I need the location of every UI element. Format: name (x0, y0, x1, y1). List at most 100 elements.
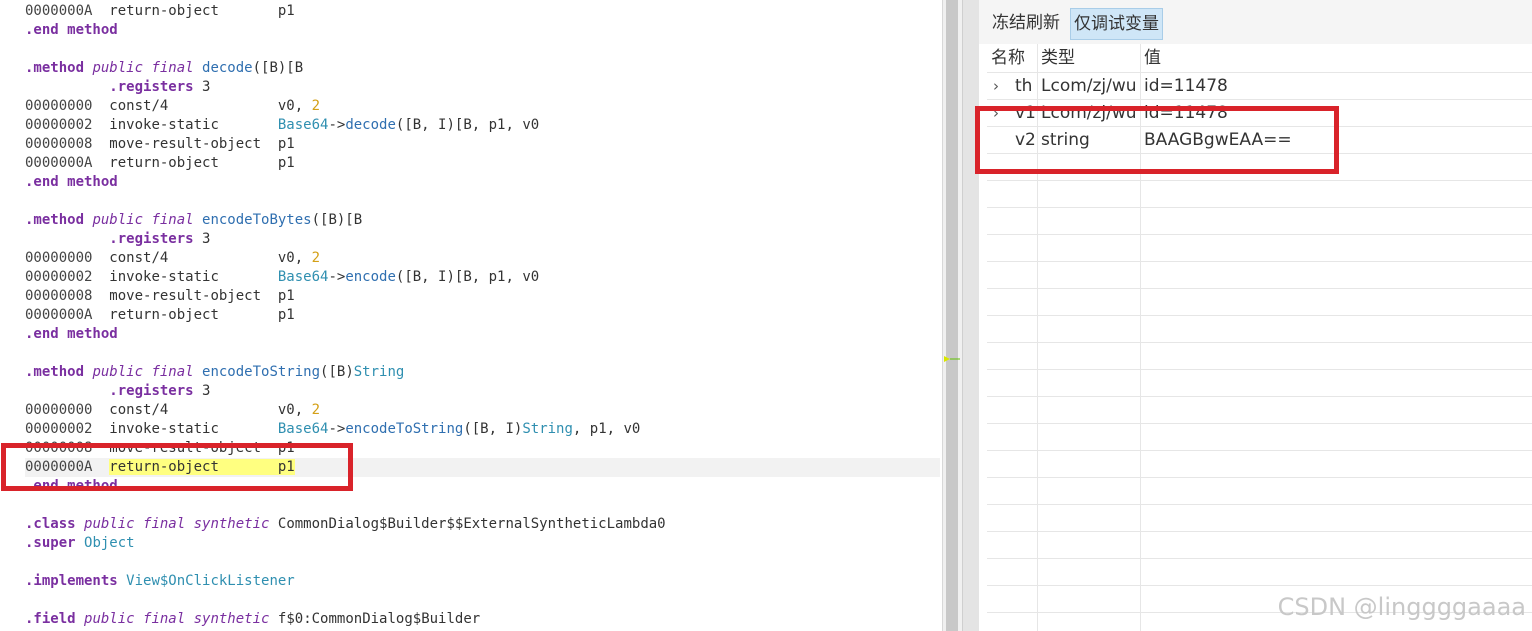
code-token: Base64 (277, 117, 329, 133)
code-token: invoke-static (109, 269, 278, 285)
code-token: :CommonDialog$Builder (303, 611, 481, 627)
code-token: .super (25, 535, 85, 551)
code-line[interactable]: .end method (25, 21, 940, 40)
code-line[interactable]: 00000000 const/4 v0, 2 (25, 249, 940, 268)
grid-row-divider (987, 342, 1532, 343)
code-token: public final (92, 60, 203, 76)
code-line[interactable] (25, 192, 940, 211)
grid-row-divider (987, 261, 1532, 262)
code-token: v0, (277, 98, 312, 114)
code-token: .method (25, 60, 93, 76)
code-line[interactable]: .method public final encodeToBytes([B)[B (25, 211, 940, 230)
code-line[interactable] (25, 591, 940, 610)
smali-code-editor[interactable]: 0000000A return-object p1 .end method .met… (0, 0, 940, 631)
code-token: p1 (277, 288, 295, 304)
code-token: 00000002 (25, 269, 110, 285)
code-token: f$0 (277, 611, 304, 627)
code-line[interactable] (25, 496, 940, 515)
code-token: encodeToBytes (202, 212, 312, 228)
code-token: .registers (109, 383, 203, 399)
code-line[interactable] (25, 553, 940, 572)
code-line[interactable]: 0000000A return-object p1 (25, 154, 940, 173)
code-line[interactable]: .super Object (25, 534, 940, 553)
code-token: 3 (202, 231, 211, 247)
grid-row-divider (987, 288, 1532, 289)
code-line[interactable]: 00000000 const/4 v0, 2 (25, 401, 940, 420)
code-line[interactable]: .method public final encodeToString([B)S… (25, 363, 940, 382)
variables-toolbar: 冻结刷新 仅调试变量 (979, 0, 1532, 44)
code-token: public final synthetic (84, 611, 278, 627)
code-token: 0000000A (25, 307, 110, 323)
code-line[interactable]: .method public final decode([B)[B (25, 59, 940, 78)
code-token: ([B, I) (463, 421, 523, 437)
code-token: Object (84, 535, 135, 551)
code-token: 2 (311, 250, 321, 266)
code-token: .registers (109, 79, 203, 95)
grid-row-divider (987, 423, 1532, 424)
execution-position-marker-icon (944, 356, 960, 362)
code-line[interactable]: .implements View$OnClickListener (25, 572, 940, 591)
code-line[interactable]: .registers 3 (25, 230, 940, 249)
code-line[interactable]: 00000008 move-result-object p1 (25, 287, 940, 306)
freeze-refresh-button[interactable]: 冻结刷新 (989, 8, 1063, 38)
code-token: .class (25, 516, 85, 532)
column-header-value[interactable]: 值 (1144, 44, 1161, 72)
code-token: encodeToString (345, 421, 464, 437)
column-header-name[interactable]: 名称 (991, 44, 1025, 72)
code-line[interactable]: .registers 3 (25, 382, 940, 401)
code-token: encode (345, 269, 396, 285)
code-scrollbar-thumb[interactable] (946, 0, 958, 631)
code-token: return-object (109, 3, 278, 19)
variable-row[interactable]: › th Lcom/zj/wu id=11478 (987, 73, 1532, 100)
code-line[interactable]: 0000000A return-object p1 (25, 306, 940, 325)
grid-row-divider (987, 477, 1532, 478)
code-line[interactable]: 00000002 invoke-static Base64->encode([B… (25, 268, 940, 287)
code-token: v0, (277, 250, 312, 266)
code-line[interactable]: .class public final synthetic CommonDial… (25, 515, 940, 534)
annotation-box-variables (975, 106, 1339, 174)
code-token: ([B)[B (311, 212, 363, 228)
code-line[interactable]: .end method (25, 173, 940, 192)
code-token: Base64 (277, 269, 329, 285)
code-token: -> (328, 421, 346, 437)
code-line[interactable] (25, 344, 940, 363)
panel-splitter[interactable] (962, 0, 980, 631)
code-token: ([B) (320, 364, 354, 380)
code-token: invoke-static (109, 421, 278, 437)
code-token: .implements (25, 573, 127, 589)
code-line[interactable]: 00000002 invoke-static Base64->decode([B… (25, 116, 940, 135)
code-token: move-result-object (109, 288, 278, 304)
code-token: p1 (277, 155, 295, 171)
code-line[interactable]: 00000000 const/4 v0, 2 (25, 97, 940, 116)
code-token: 00000000 (25, 402, 110, 418)
code-token: decode (202, 60, 253, 76)
annotation-box-code (1, 443, 353, 491)
code-line[interactable]: 0000000A return-object p1 (25, 2, 940, 21)
code-line[interactable]: 00000008 move-result-object p1 (25, 135, 940, 154)
code-token: .method (25, 212, 93, 228)
code-token: const/4 (109, 250, 278, 266)
code-token: p1 (277, 136, 295, 152)
code-line[interactable]: 00000002 invoke-static Base64->encodeToS… (25, 420, 940, 439)
code-line[interactable]: .registers 3 (25, 78, 940, 97)
code-token: p1 (277, 307, 295, 323)
chevron-right-icon[interactable]: › (993, 73, 999, 100)
code-token: 3 (202, 383, 211, 399)
code-token: String (353, 364, 405, 380)
code-token: String (522, 421, 573, 437)
column-header-type[interactable]: 类型 (1041, 44, 1075, 72)
code-token: v0, (277, 402, 312, 418)
variable-type: Lcom/zj/wu (1041, 76, 1137, 96)
code-token: const/4 (109, 402, 278, 418)
code-line[interactable]: .field public final synthetic f$0:Common… (25, 610, 940, 629)
code-line[interactable] (25, 40, 940, 59)
code-token: .registers (109, 231, 203, 247)
code-token: public final (92, 364, 203, 380)
code-line[interactable]: .end method (25, 325, 940, 344)
code-token: 00000008 (25, 288, 110, 304)
code-token: 00000008 (25, 136, 110, 152)
debug-variables-only-toggle[interactable]: 仅调试变量 (1070, 8, 1163, 40)
code-token: .method (25, 364, 93, 380)
code-token: 00000002 (25, 421, 110, 437)
